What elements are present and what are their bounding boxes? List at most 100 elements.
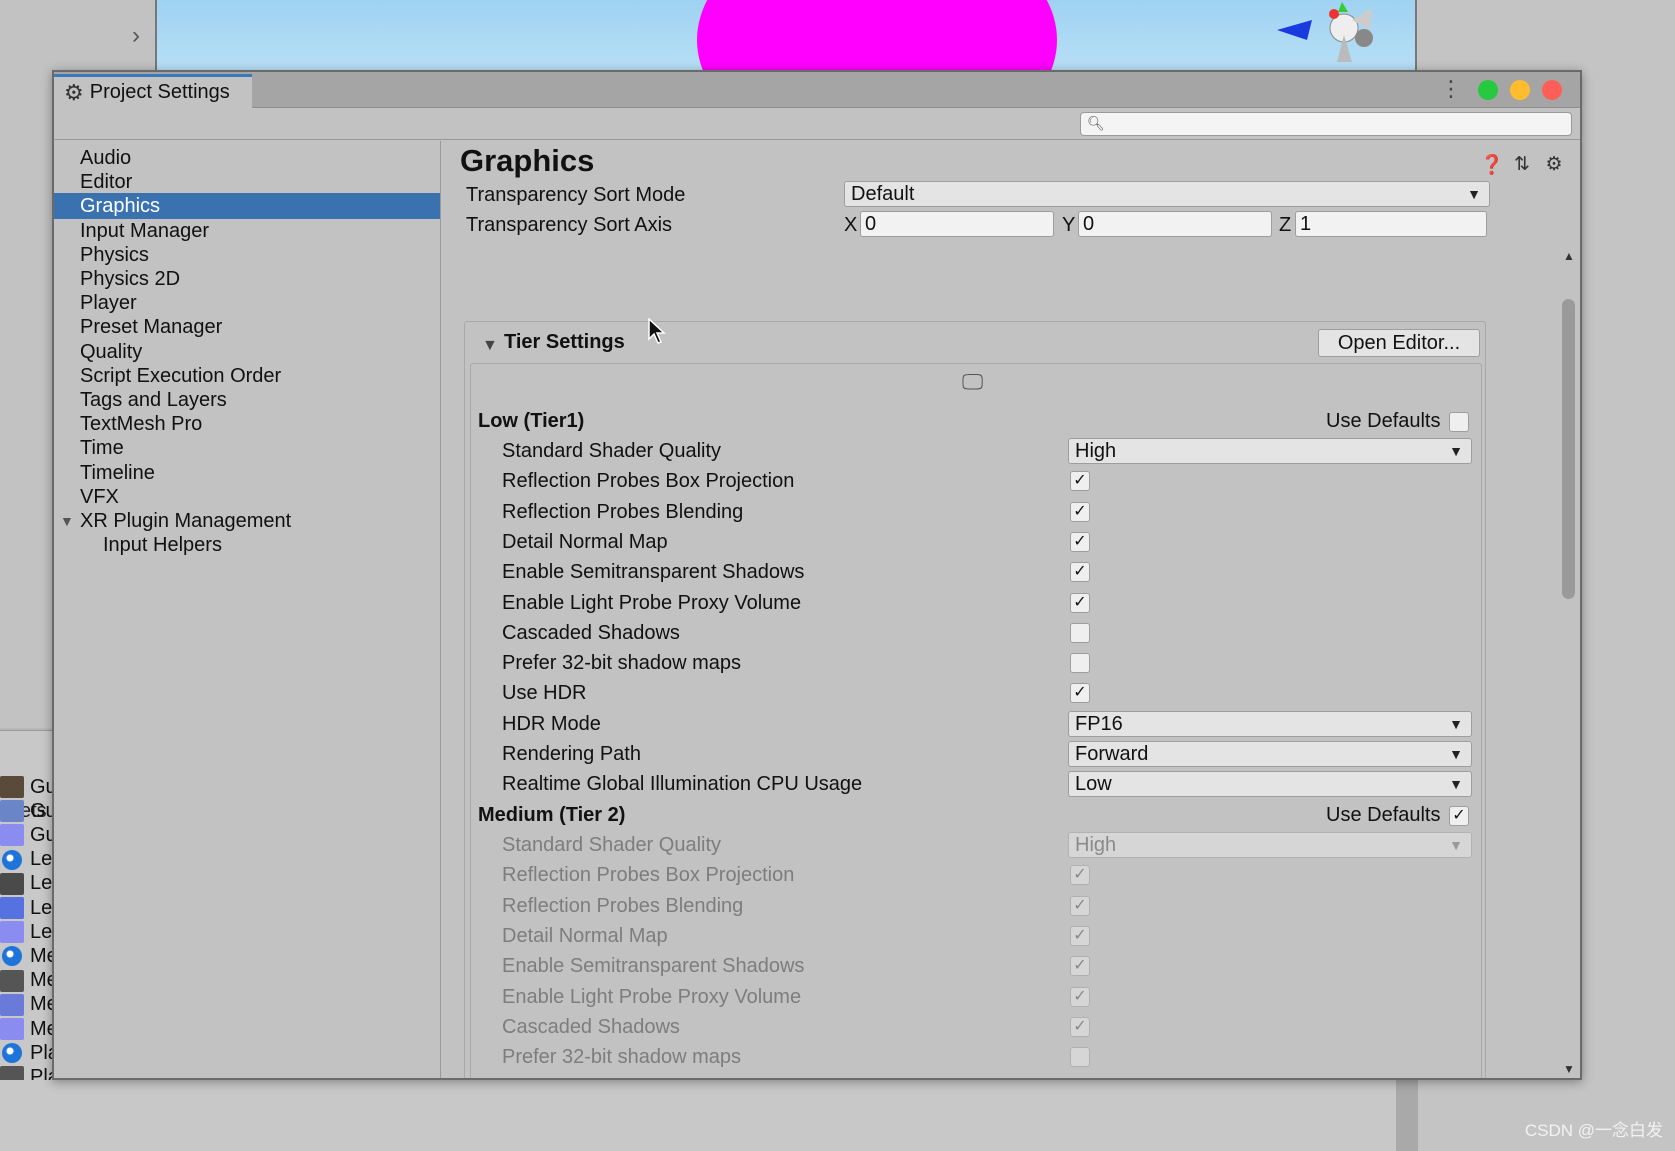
sidebar-item-timeline[interactable]: Timeline: [54, 460, 440, 486]
close-button[interactable]: [1542, 80, 1562, 100]
axis-y-field[interactable]: 0: [1078, 211, 1272, 237]
kebab-menu-icon[interactable]: ⋮: [1440, 76, 1462, 102]
setting-checkbox[interactable]: ✓: [1070, 531, 1090, 552]
setting-dropdown[interactable]: Low ▼: [1068, 771, 1472, 798]
orientation-gizmo-icon[interactable]: [1272, 0, 1412, 72]
maximize-button[interactable]: [1478, 80, 1498, 100]
use-defaults-checkbox[interactable]: [1449, 412, 1469, 432]
use-defaults-checkbox[interactable]: ✓: [1449, 806, 1469, 826]
sidebar-item-quality[interactable]: Quality: [54, 339, 440, 365]
setting-checkbox[interactable]: ✓: [1070, 592, 1090, 613]
asset-list-item[interactable]: Me: [0, 968, 58, 994]
setting-checkbox[interactable]: ✓: [1070, 956, 1090, 977]
settings-sidebar: Audio Editor Graphics Input Manager Physics P…: [54, 141, 441, 1078]
sidebar-item-xr-plugin-management[interactable]: ▼ XR Plugin Management: [54, 508, 440, 534]
setting-label: Realtime Global Illumination CPU Usage: [502, 773, 863, 796]
setting-dropdown[interactable]: High ▼: [1068, 438, 1472, 464]
setting-label: Reflection Probes Blending: [502, 894, 744, 917]
sidebar-item-label: Player: [80, 292, 137, 315]
asset-list-item[interactable]: Le: [0, 847, 52, 873]
asset-list-item[interactable]: Le: [0, 919, 52, 945]
setting-checkbox[interactable]: ✓: [1070, 501, 1090, 522]
asset-list-item[interactable]: Gu: [0, 774, 57, 800]
x-label: X: [844, 214, 858, 236]
sidebar-item-physics[interactable]: Physics: [54, 242, 440, 268]
axis-x-field[interactable]: 0: [860, 211, 1054, 237]
asset-label: Le: [30, 896, 53, 919]
dropdown-value: FP16: [1075, 712, 1123, 735]
asset-list-item[interactable]: Me: [0, 943, 58, 969]
sidebar-item-textmesh-pro[interactable]: TextMesh Pro: [54, 411, 440, 437]
setting-checkbox[interactable]: ✓: [1070, 1016, 1090, 1037]
help-icon[interactable]: ❓: [1480, 153, 1504, 177]
setting-dropdown[interactable]: High ▼: [1068, 832, 1472, 858]
texture-thumbnail: [0, 993, 24, 1016]
tier-settings-title[interactable]: Tier Settings: [504, 331, 625, 354]
setting-label: Rendering Path: [502, 743, 641, 765]
sidebar-item-input-helpers[interactable]: Input Helpers: [54, 532, 440, 558]
sidebar-item-preset-manager[interactable]: Preset Manager: [54, 314, 440, 340]
monitor-icon[interactable]: 🖵: [962, 369, 983, 395]
dropdown-arrow-icon: ▼: [1449, 837, 1463, 853]
setting-checkbox[interactable]: ✓: [1070, 471, 1090, 492]
scene-view[interactable]: [155, 0, 1417, 75]
expand-arrow-icon[interactable]: ▼: [60, 508, 74, 534]
setting-checkbox[interactable]: ✓: [1070, 683, 1090, 704]
sidebar-item-tags-and-layers[interactable]: Tags and Layers: [54, 387, 440, 413]
setting-label: Enable Light Probe Proxy Volume: [502, 985, 802, 1008]
sidebar-item-audio[interactable]: Audio: [54, 145, 440, 171]
setting-dropdown[interactable]: Forward ▼: [1068, 741, 1472, 767]
sidebar-item-editor[interactable]: Editor: [54, 169, 440, 195]
z-label: Z: [1279, 214, 1292, 236]
dropdown-value: High: [1075, 834, 1117, 856]
asset-list-item[interactable]: Gu: [0, 822, 57, 848]
search-input[interactable]: 🔍︎: [1080, 112, 1572, 136]
foldout-arrow-icon[interactable]: ▼: [482, 337, 498, 355]
vertical-scrollbar[interactable]: ▲ ▼: [1558, 249, 1580, 1078]
asset-list-item[interactable]: Gu: [0, 798, 57, 824]
setting-checkbox[interactable]: ✓: [1070, 925, 1090, 946]
sidebar-item-input-manager[interactable]: Input Manager: [54, 218, 440, 244]
tier2-title: Medium (Tier 2): [478, 804, 626, 826]
bottom-scrollbar[interactable]: [1396, 1080, 1418, 1151]
setting-checkbox[interactable]: ✓: [1070, 865, 1090, 886]
gear-icon[interactable]: ⚙: [1544, 153, 1564, 177]
axis-z-field[interactable]: 1: [1295, 211, 1487, 237]
sidebar-item-script-execution-order[interactable]: Script Execution Order: [54, 363, 440, 389]
setting-checkbox[interactable]: ✓: [1070, 562, 1090, 583]
scroll-thumb[interactable]: [1562, 299, 1575, 599]
setting-label: Reflection Probes Box Projection: [502, 864, 795, 887]
sidebar-item-vfx[interactable]: VFX: [54, 484, 440, 510]
setting-checkbox[interactable]: ✓: [1070, 986, 1090, 1007]
chevron-right-icon[interactable]: ›: [132, 22, 140, 50]
open-editor-button[interactable]: Open Editor...: [1318, 329, 1480, 357]
tab-project-settings[interactable]: ⚙ Project Settings: [54, 74, 252, 108]
graphics-settings-panel: Graphics ❓ ⇅ ⚙ Transparency Sort Mode De…: [442, 141, 1580, 1078]
setting-dropdown[interactable]: FP16 ▼: [1068, 710, 1472, 737]
minimize-button[interactable]: [1510, 80, 1530, 100]
dropdown-arrow-icon: ▼: [1449, 443, 1463, 459]
sidebar-item-label: Timeline: [80, 461, 155, 484]
setting-label: Enable Light Probe Proxy Volume: [502, 591, 802, 614]
sidebar-item-graphics[interactable]: Graphics: [54, 193, 440, 220]
scroll-up-arrow-icon[interactable]: ▲: [1563, 249, 1575, 263]
sidebar-item-label: TextMesh Pro: [80, 413, 203, 436]
sidebar-item-time[interactable]: Time: [54, 435, 440, 461]
asset-list-item[interactable]: Le: [0, 895, 52, 921]
setting-checkbox[interactable]: [1070, 622, 1090, 643]
dropdown-arrow-icon: ▼: [1467, 186, 1481, 202]
page-title: Graphics: [460, 143, 595, 178]
sidebar-item-physics-2d[interactable]: Physics 2D: [54, 266, 440, 292]
setting-checkbox[interactable]: [1070, 653, 1090, 674]
sidebar-item-player[interactable]: Player: [54, 290, 440, 316]
preset-sliders-icon[interactable]: ⇅: [1512, 153, 1532, 177]
asset-list-item[interactable]: Le: [0, 871, 52, 897]
setting-checkbox[interactable]: [1070, 1047, 1090, 1068]
texture-thumbnail: [0, 921, 24, 944]
y-label: Y: [1062, 214, 1076, 236]
scroll-down-arrow-icon[interactable]: ▼: [1563, 1062, 1575, 1076]
transparency-sort-mode-dropdown[interactable]: Default ▼: [844, 181, 1490, 207]
dropdown-value: Forward: [1075, 743, 1149, 765]
setting-checkbox[interactable]: ✓: [1070, 895, 1090, 916]
title-bar[interactable]: ⚙ Project Settings ⋮: [54, 72, 1580, 108]
